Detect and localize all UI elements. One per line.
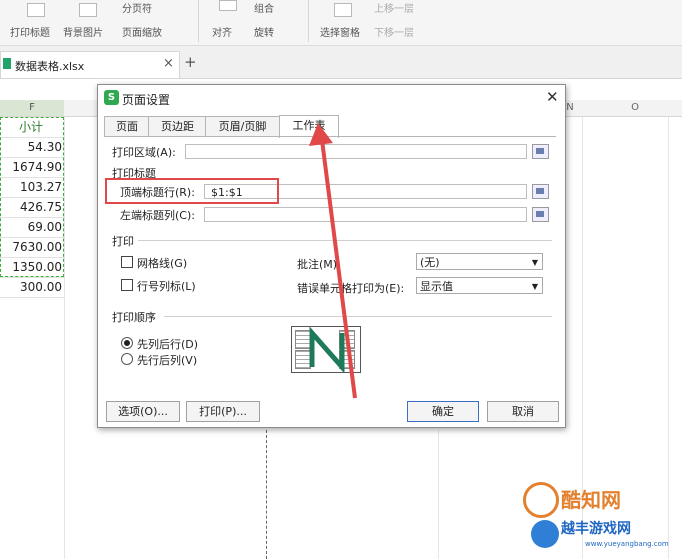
page-setup-dialog: S 页面设置 ✕ 页面 页边距 页眉/页脚 工作表 打印区域(A): 打印标题 … [97,84,566,428]
chevron-down-icon: ▼ [531,258,538,267]
table-cell[interactable]: 1674.90 [0,158,64,178]
selection-pane-icon [334,3,352,17]
left-columns-label: 左端标题列(C): [120,209,195,222]
print-titles-icon [27,3,45,17]
table-cell[interactable]: 1350.00 [0,258,64,278]
table-cell[interactable]: 69.00 [0,218,64,238]
cell-errors-label: 错误单元格打印为(E): [297,282,405,295]
top-rows-range-picker-icon[interactable] [532,184,549,199]
annotation-highlight-box [105,178,279,204]
chevron-down-icon: ▼ [531,282,538,291]
file-tab[interactable]: 数据表格.xlsx × [0,51,180,78]
tab-sheet[interactable]: 工作表 [279,115,339,138]
dialog-title: 页面设置 [122,93,171,107]
align-button[interactable]: 对齐 [212,24,232,39]
print-area-input[interactable] [185,144,527,159]
page-order-preview [291,326,361,373]
tab-margins[interactable]: 页边距 [148,116,207,137]
table-cell[interactable]: 426.75 [0,198,64,218]
column-header-o[interactable]: O [615,100,655,116]
page-order-arrow-icon [309,327,345,372]
tab-header-footer[interactable]: 页眉/页脚 [205,116,280,137]
options-button[interactable]: 选项(O)... [106,401,180,422]
page-zoom-button[interactable]: 页面缩放 [122,24,162,39]
row-col-headings-checkbox[interactable] [121,279,133,291]
rotate-button[interactable]: 旋转 [254,24,274,39]
watermark-subtitle: 越丰游戏网 [561,521,631,537]
down-then-over-label: 先列后行(D) [137,338,199,351]
close-icon[interactable]: ✕ [546,88,559,106]
left-columns-input[interactable] [204,207,527,222]
close-tab-icon[interactable]: × [163,56,174,71]
cell-errors-select[interactable]: 显示值 ▼ [416,277,543,294]
print-area-label: 打印区域(A): [112,146,176,159]
comments-select[interactable]: (无) ▼ [416,253,543,270]
column-header-f[interactable]: F [0,100,64,116]
cancel-button[interactable]: 取消 [487,401,559,422]
gridlines-label: 网格线(G) [137,257,188,270]
cell-errors-selected-value: 显示值 [420,280,453,293]
send-backward-button[interactable]: 下移一层 [374,24,414,39]
document-tab-bar: 数据表格.xlsx × + [0,46,682,79]
watermark-url: www.yueyangbang.com [585,540,669,548]
align-icon [219,0,237,11]
add-tab-icon[interactable]: + [184,53,197,71]
watermark-logo-icon [523,482,559,518]
down-then-over-radio[interactable] [121,337,133,349]
gridlines-checkbox[interactable] [121,256,133,268]
table-cell[interactable]: 7630.00 [0,238,64,258]
table-cell[interactable]: 300.00 [0,278,64,298]
page-break-line [266,430,267,559]
wps-logo-icon: S [104,90,119,105]
ribbon-toolbar: 打印标题 背景图片 分页符 页面缩放 对齐 组合 旋转 选择窗格 上移一层 下移… [0,0,682,46]
print-area-range-picker-icon[interactable] [532,144,549,159]
page-break-button[interactable]: 分页符 [122,0,152,15]
file-tab-name: 数据表格.xlsx [15,60,85,73]
over-then-down-radio[interactable] [121,353,133,365]
print-titles-button[interactable]: 打印标题 [10,24,50,39]
comments-selected-value: (无) [420,256,440,269]
print-group-title: 打印 [112,235,134,248]
dialog-title-bar[interactable]: S 页面设置 ✕ [98,85,565,111]
watermark-badge-icon [531,520,559,548]
background-image-button[interactable]: 背景图片 [63,24,103,39]
watermark-title: 酷知网 [561,488,621,512]
group-button[interactable]: 组合 [254,0,274,15]
over-then-down-label: 先行后列(V) [137,354,198,367]
table-cell[interactable]: 103.27 [0,178,64,198]
row-col-headings-label: 行号列标(L) [137,280,196,293]
print-button[interactable]: 打印(P)... [186,401,260,422]
tab-page[interactable]: 页面 [104,116,150,137]
bring-forward-button[interactable]: 上移一层 [374,0,414,15]
site-watermark: 酷知网 越丰游戏网 www.yueyangbang.com [505,470,682,559]
page-order-group-title: 打印顺序 [112,311,156,324]
cell-subtotal-header[interactable]: 小计 [0,118,64,138]
comments-label: 批注(M): [297,258,341,271]
spreadsheet-icon [3,58,11,69]
left-columns-range-picker-icon[interactable] [532,207,549,222]
background-image-icon [79,3,97,17]
selection-pane-button[interactable]: 选择窗格 [320,24,360,39]
ok-button[interactable]: 确定 [407,401,479,422]
table-cell[interactable]: 54.30 [0,138,64,158]
